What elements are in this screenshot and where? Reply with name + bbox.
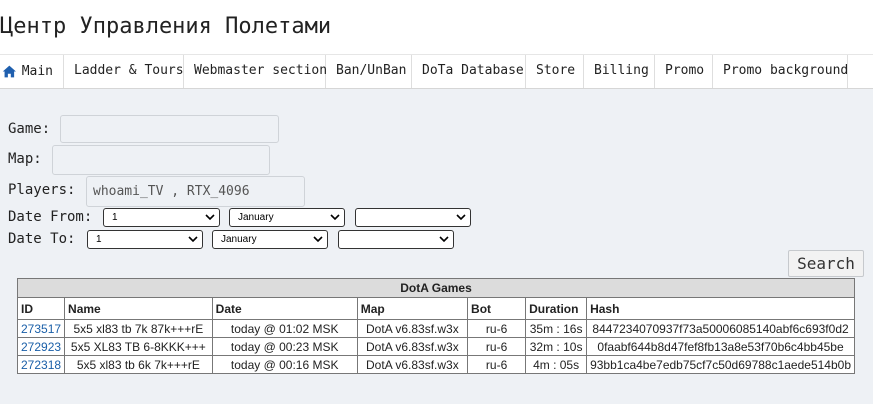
nav-dota-database[interactable]: DoTa Database	[412, 55, 526, 88]
table-row: 272318 5x5 xl83 tb 6k 7k+++rE today @ 00…	[16, 355, 855, 374]
cell-name: 5x5 xl83 tb 7k 87k+++rE	[64, 319, 213, 338]
table-row: 273517 5x5 xl83 tb 7k 87k+++rE today @ 0…	[16, 319, 855, 338]
cell-date: today @ 00:23 MSK	[211, 337, 358, 356]
nav-ban-unban[interactable]: Ban/UnBan	[326, 55, 412, 88]
nav-main[interactable]: Main	[0, 55, 64, 88]
table-caption-row: DotA Games	[17, 278, 855, 298]
cell-id: 273517	[16, 319, 66, 338]
date-to-day-select[interactable]: 1	[87, 230, 203, 249]
column-header-map: Map	[356, 297, 469, 320]
nav-webmaster-section[interactable]: Webmaster section	[184, 55, 327, 88]
chevron-down-icon	[313, 236, 323, 243]
cell-map: DotA v6.83sf.w3x	[356, 319, 469, 338]
nav-promo[interactable]: Promo	[655, 55, 713, 88]
game-id-link[interactable]: 272923	[21, 340, 61, 354]
cell-map: DotA v6.83sf.w3x	[356, 355, 469, 374]
chevron-down-icon	[439, 236, 449, 243]
nav-main-label: Main	[21, 64, 53, 79]
cell-date: today @ 01:02 MSK	[211, 319, 358, 338]
table-row: 272923 5x5 XL83 TB 6-8KKK+++ today @ 00:…	[16, 337, 855, 356]
site-header: Центр Управления Полетами	[0, 0, 873, 54]
chevron-down-icon	[205, 214, 215, 221]
players-label: Players:	[8, 182, 76, 198]
date-to-day-value: 1	[96, 234, 102, 245]
column-header-name: Name	[64, 297, 213, 320]
date-to-year-select[interactable]	[338, 230, 454, 249]
cell-map: DotA v6.83sf.w3x	[356, 337, 469, 356]
cell-hash: 0faabf644b8d47fef8fb13a8e53f70b6c4bb45be	[586, 337, 855, 356]
column-header-date: Date	[211, 297, 358, 320]
search-button[interactable]: Search	[788, 250, 864, 277]
players-input[interactable]: whoami_TV , RTX_4096	[86, 176, 305, 207]
cell-id: 272318	[16, 355, 66, 374]
chevron-down-icon	[330, 214, 340, 221]
cell-hash: 8447234070937f73a50006085140abf6c693f0d2	[586, 319, 855, 338]
date-from-month-value: January	[238, 212, 274, 223]
cell-bot: ru-6	[467, 355, 527, 374]
nav-promo-background[interactable]: Promo background	[713, 55, 848, 88]
nav-ladder-tours[interactable]: Ladder & Tours	[64, 55, 184, 88]
date-from-month-select[interactable]: January	[229, 208, 345, 227]
map-input[interactable]	[52, 145, 270, 175]
cell-duration: 32m : 10s	[525, 337, 588, 356]
date-from-day-select[interactable]: 1	[103, 208, 220, 227]
cell-date: today @ 00:16 MSK	[211, 355, 358, 374]
column-header-bot: Bot	[467, 297, 527, 320]
game-id-link[interactable]: 272318	[21, 358, 61, 372]
date-from-label: Date From:	[8, 209, 93, 225]
column-header-id: ID	[16, 297, 66, 320]
chevron-down-icon	[456, 214, 466, 221]
site-title: Центр Управления Полетами	[0, 14, 332, 39]
map-label: Map:	[8, 151, 42, 167]
table-caption: DotA Games	[17, 278, 855, 298]
game-label: Game:	[8, 121, 51, 137]
date-to-label: Date To:	[8, 231, 76, 247]
table-header-row: ID Name Date Map Bot Duration Hash	[16, 297, 855, 320]
date-from-year-select[interactable]	[355, 208, 471, 227]
chevron-down-icon	[188, 236, 198, 243]
cell-id: 272923	[16, 337, 66, 356]
game-input[interactable]	[60, 115, 279, 143]
cell-bot: ru-6	[467, 319, 527, 338]
column-header-duration: Duration	[525, 297, 588, 320]
cell-duration: 35m : 16s	[525, 319, 588, 338]
game-id-link[interactable]: 273517	[21, 322, 61, 336]
games-table: DotA Games ID Name Date Map Bot Duration…	[16, 278, 855, 374]
date-to-month-select[interactable]: January	[212, 230, 328, 249]
nav-billing[interactable]: Billing	[584, 55, 655, 88]
cell-duration: 4m : 05s	[525, 355, 588, 374]
date-to-month-value: January	[221, 234, 257, 245]
main-nav: Main Ladder & Tours Webmaster section Ba…	[0, 54, 873, 89]
date-from-day-value: 1	[112, 212, 118, 223]
cell-bot: ru-6	[467, 337, 527, 356]
column-header-hash: Hash	[586, 297, 855, 320]
cell-name: 5x5 xl83 tb 6k 7k+++rE	[64, 355, 213, 374]
home-icon	[2, 65, 16, 78]
cell-name: 5x5 XL83 TB 6-8KKK+++	[64, 337, 213, 356]
cell-hash: 93bb1ca4be7edb75cf7c50d69788c1aede514b0b	[586, 355, 855, 374]
nav-store[interactable]: Store	[526, 55, 584, 88]
